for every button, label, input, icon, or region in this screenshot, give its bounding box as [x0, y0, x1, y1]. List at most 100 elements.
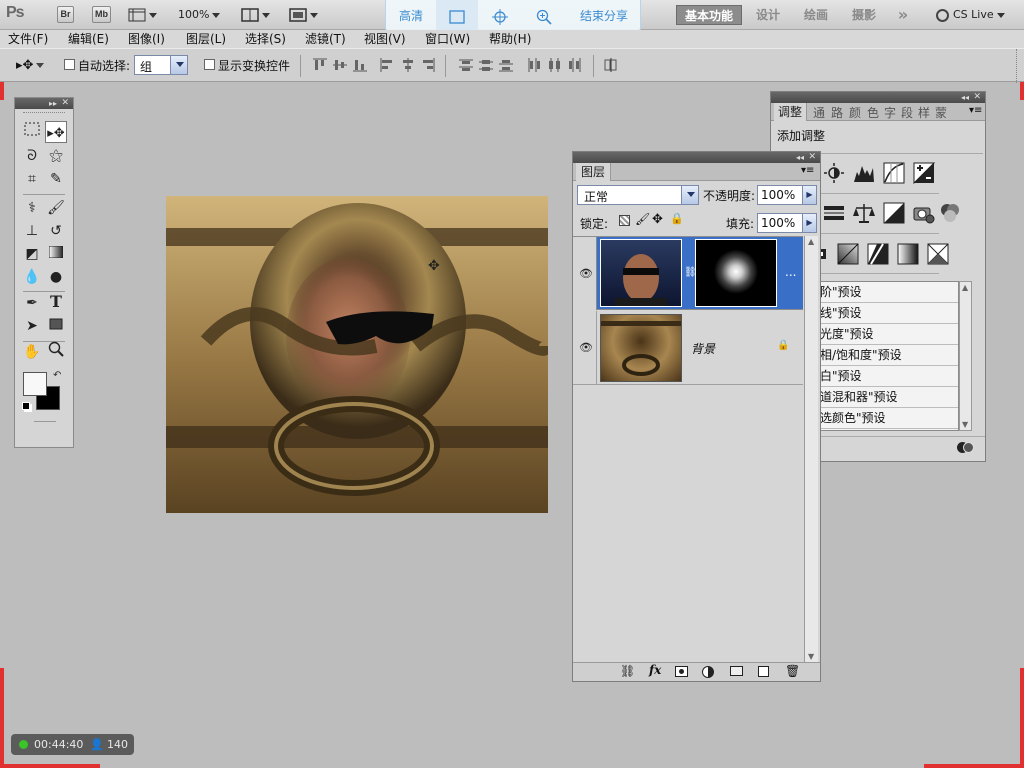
swap-colors-icon[interactable]: ↶	[53, 370, 61, 381]
lock-image-icon[interactable]: 🖌	[635, 212, 650, 226]
add-mask-icon[interactable]	[675, 666, 688, 677]
tool-preset-picker[interactable]: ▸✥	[16, 58, 50, 74]
menu-filter[interactable]: 滤镜(T)	[305, 30, 346, 48]
cs-live-button[interactable]: CS Live	[936, 6, 1020, 24]
tab-paragraph[interactable]: 段	[901, 104, 913, 121]
selective-color-icon[interactable]	[927, 243, 949, 265]
presets-scrollbar[interactable]: ▲ ▼	[959, 281, 972, 431]
align-horizontal-centers-icon[interactable]	[401, 58, 415, 72]
tab-swatches[interactable]: 色	[867, 104, 879, 121]
brightness-contrast-icon[interactable]	[823, 162, 845, 184]
zoom-level-dropdown[interactable]: 100%	[178, 7, 228, 23]
eraser-tool[interactable]: ◩	[21, 243, 43, 265]
blur-tool[interactable]: 💧	[21, 266, 43, 288]
adjustments-panel-header[interactable]: ◂◂ ✕	[771, 92, 985, 103]
clone-stamp-tool[interactable]: ⊥	[21, 220, 43, 242]
brush-tool[interactable]: 🖌	[45, 197, 67, 219]
vibrance-icon[interactable]	[823, 202, 845, 224]
menu-help[interactable]: 帮助(H)	[489, 30, 531, 48]
distribute-right-icon[interactable]	[567, 58, 581, 72]
threshold-icon[interactable]	[867, 243, 889, 265]
layer-row-background[interactable]: 👁 背景 🔒	[573, 311, 803, 385]
preset-black-white[interactable]: 白"预设	[816, 366, 958, 387]
scroll-down-icon[interactable]: ▼	[808, 652, 814, 661]
align-left-edges-icon[interactable]	[380, 58, 394, 72]
delete-layer-icon[interactable]: 🗑	[785, 664, 800, 678]
distribute-bottom-icon[interactable]	[499, 58, 513, 72]
workspace-photography-button[interactable]: 摄影	[844, 5, 884, 25]
select-region-button[interactable]	[436, 0, 478, 32]
workspace-overflow-button[interactable]: »	[890, 5, 916, 25]
tab-styles[interactable]: 样	[918, 104, 930, 121]
shape-tool[interactable]	[45, 315, 67, 337]
end-share-button[interactable]: 结束分享	[566, 0, 642, 32]
align-vertical-centers-icon[interactable]	[333, 58, 347, 72]
tab-paths[interactable]: 路	[831, 104, 843, 121]
adjustment-layer-icon[interactable]	[702, 666, 714, 678]
color-balance-icon[interactable]	[853, 202, 875, 224]
layer-thumbnail[interactable]	[600, 239, 682, 308]
menu-image[interactable]: 图像(I)	[128, 30, 165, 48]
tools-grip[interactable]	[23, 112, 65, 115]
default-colors-icon[interactable]	[22, 402, 30, 410]
show-transform-checkbox[interactable]	[204, 59, 215, 70]
lock-transparent-icon[interactable]	[619, 215, 630, 226]
layer-name[interactable]: 背景	[691, 340, 715, 357]
path-selection-tool[interactable]: ➤	[21, 315, 43, 337]
foreground-color-swatch[interactable]	[23, 372, 47, 396]
collapse-icon[interactable]: ◂◂	[961, 92, 969, 103]
new-layer-icon[interactable]	[758, 666, 769, 677]
pen-tool[interactable]: ✒	[21, 292, 43, 314]
bridge-button[interactable]: Br	[57, 6, 74, 23]
marquee-tool[interactable]	[21, 121, 43, 143]
distribute-horizontal-centers-icon[interactable]	[547, 58, 561, 72]
workspace-design-button[interactable]: 设计	[748, 5, 788, 25]
mini-bridge-button[interactable]: Mb	[92, 6, 111, 23]
collapse-icon[interactable]: ▸▸	[49, 98, 57, 109]
menu-file[interactable]: 文件(F)	[8, 30, 48, 48]
preset-curves[interactable]: 线"预设	[816, 303, 958, 324]
type-tool[interactable]: T	[45, 292, 67, 314]
tab-channels[interactable]: 通	[813, 104, 825, 121]
scroll-down-icon[interactable]: ▼	[962, 420, 968, 429]
auto-align-layers-icon[interactable]	[604, 58, 618, 72]
menu-window[interactable]: 窗口(W)	[425, 30, 470, 48]
document-canvas[interactable]: ✥	[166, 196, 548, 513]
lock-position-icon[interactable]: ✥	[652, 212, 663, 227]
distribute-left-icon[interactable]	[527, 58, 541, 72]
align-bottom-edges-icon[interactable]	[353, 58, 367, 72]
distribute-top-icon[interactable]	[459, 58, 473, 72]
scroll-up-icon[interactable]: ▲	[962, 283, 968, 292]
channel-mixer-icon[interactable]	[939, 202, 961, 224]
close-icon[interactable]: ✕	[61, 98, 69, 109]
close-icon[interactable]: ✕	[973, 92, 981, 103]
layer-visibility-toggle[interactable]: 👁	[573, 237, 597, 310]
distribute-vertical-centers-icon[interactable]	[479, 58, 493, 72]
gradient-map-icon[interactable]	[897, 243, 919, 265]
preset-channel-mixer[interactable]: 道混和器"预设	[816, 387, 958, 408]
preset-exposure[interactable]: 光度"预设	[816, 324, 958, 345]
posterize-icon[interactable]	[837, 243, 859, 265]
gradient-tool[interactable]	[45, 243, 67, 265]
menu-layer[interactable]: 图层(L)	[186, 30, 226, 48]
exposure-icon[interactable]	[913, 162, 935, 184]
levels-icon[interactable]	[853, 162, 875, 184]
preset-selective-color[interactable]: 选颜色"预设	[816, 408, 958, 429]
fill-field[interactable]: 100% ▶	[757, 213, 817, 233]
hd-toggle-button[interactable]: 高清	[386, 0, 436, 32]
layers-scrollbar[interactable]: ▲ ▼	[804, 236, 818, 662]
lock-all-icon[interactable]: 🔒	[670, 212, 684, 225]
menu-select[interactable]: 选择(S)	[245, 30, 286, 48]
layers-panel-header[interactable]: ◂◂ ✕	[573, 152, 820, 163]
tab-masks[interactable]: 蒙	[935, 104, 947, 121]
lasso-tool[interactable]: ᘐ	[21, 145, 43, 167]
layer-visibility-toggle[interactable]: 👁	[573, 311, 597, 385]
move-tool[interactable]: ▸✥	[45, 121, 67, 143]
options-bar-grip[interactable]	[1016, 49, 1020, 83]
chevron-right-icon[interactable]: ▶	[802, 186, 816, 204]
view-extras-dropdown[interactable]	[128, 7, 162, 23]
scroll-up-icon[interactable]: ▲	[808, 237, 814, 246]
workspace-essentials-button[interactable]: 基本功能	[676, 5, 742, 25]
chevron-right-icon[interactable]: ▶	[802, 214, 816, 232]
arrange-documents-dropdown[interactable]	[241, 7, 275, 23]
